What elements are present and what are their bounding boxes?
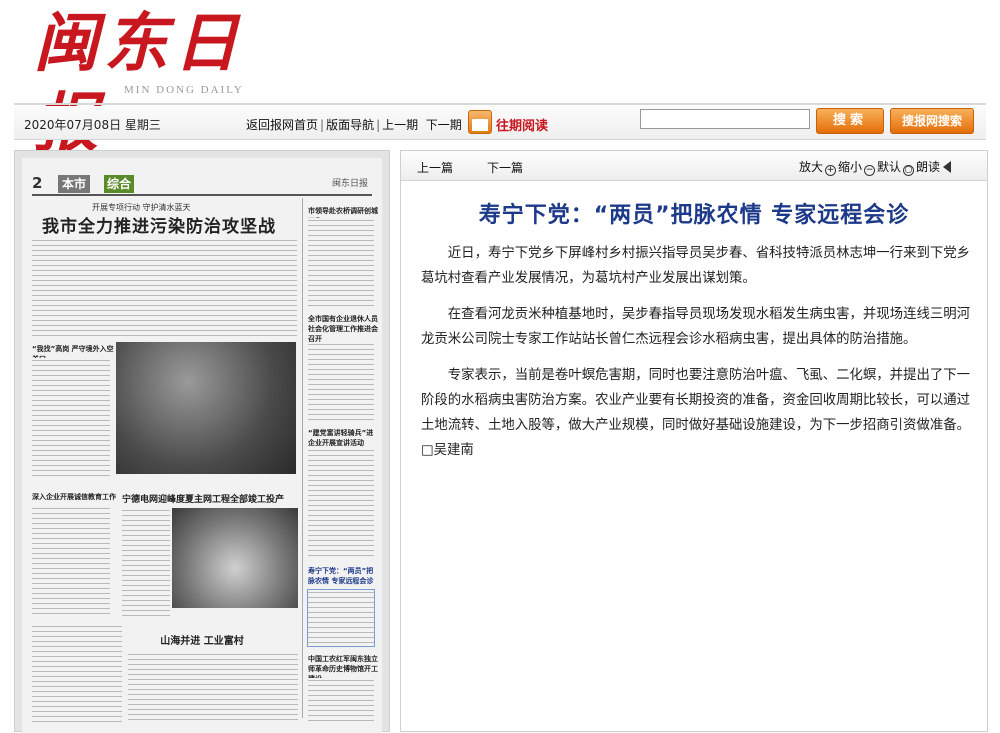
default-size-button[interactable]: 默认 ○ — [877, 160, 915, 176]
search-input[interactable] — [640, 109, 810, 129]
text-block — [128, 652, 298, 724]
news-photo[interactable] — [172, 508, 298, 608]
page-thumbnail-panel: 2 本市 综合 闽东日报 开展专项行动 守护清水蓝天 我市全力推进污染防治攻坚战… — [14, 150, 390, 733]
text-block — [32, 624, 122, 724]
page-section: 本市 — [58, 175, 91, 193]
prev-article-link[interactable]: 上一篇 — [417, 159, 453, 176]
column-rule — [302, 198, 303, 718]
page-headline[interactable]: 我市全力推进污染防治攻坚战 — [42, 212, 276, 237]
top-navbar: 2020年07月08日 星期三 返回报网首页 | 版面导航 | 上一期 下一期 往期阅读… — [14, 106, 986, 140]
site-search-button[interactable]: 搜报网搜索 — [890, 108, 974, 134]
article-paragraph: 专家表示，当前是卷叶螟危害期，同时也要注意防治叶瘟、飞虱、二化螟，并提出了下一阶… — [421, 368, 971, 458]
article-toolbar: 上一篇 下一篇 放大 + 缩小 − 默认 ○ 朗读 — [401, 151, 987, 181]
next-issue-link[interactable]: 下一期 — [426, 118, 462, 132]
page-header: 2 本市 综合 闽东日报 — [32, 174, 372, 196]
page-section-tag: 综合 — [104, 175, 135, 193]
text-block — [308, 678, 374, 723]
sub-story-title[interactable]: 深入企业开展诚信教育工作 — [32, 492, 116, 502]
page-nav-link[interactable]: 版面导航 — [326, 118, 374, 132]
calendar-icon[interactable] — [468, 110, 492, 134]
nav-links: 返回报网首页 | 版面导航 | 上一期 下一期 — [246, 118, 462, 132]
text-block — [308, 448, 374, 558]
next-article-link[interactable]: 下一篇 — [487, 159, 523, 176]
text-block — [308, 218, 374, 308]
text-block — [122, 508, 170, 616]
speaker-icon — [943, 161, 952, 173]
text-block — [32, 238, 297, 338]
logo-english: MIN DONG DAILY — [124, 84, 244, 96]
text-block — [308, 342, 374, 422]
newspaper-logo[interactable]: 闽东日报 MIN DONG DAILY — [28, 4, 288, 161]
page-image[interactable]: 2 本市 综合 闽东日报 开展专项行动 守护清水蓝天 我市全力推进污染防治攻坚战… — [22, 158, 382, 733]
issue-date: 2020年07月08日 星期三 — [24, 118, 161, 132]
side-story-title[interactable]: “建党富讲轻骑兵”进企业开展宣讲活动 — [308, 428, 378, 448]
article-paragraph: 近日，寿宁下党乡下屏峰村乡村振兴指导员吴步春、省科技特派员林志坤一行来到下党乡葛… — [421, 246, 971, 286]
text-block — [32, 358, 110, 478]
sub-story-title[interactable]: 山海并进 工业富村 — [132, 632, 272, 647]
search-button[interactable]: 搜索 — [816, 108, 884, 134]
article-paragraph: 在查看河龙贡米种植基地时，吴步春指导员现场发现水稻发生病虫害，并现场连线三明河龙… — [421, 307, 971, 347]
current-article-region[interactable] — [307, 589, 375, 647]
divider — [14, 103, 986, 105]
plus-icon: + — [825, 165, 837, 176]
home-link[interactable]: 返回报网首页 — [246, 118, 318, 132]
page-number: 2 — [32, 174, 43, 192]
sub-story-title[interactable]: 宁德电网迎峰度夏主网工程全部竣工投产 — [122, 492, 298, 505]
text-block — [32, 506, 110, 616]
minus-icon: − — [864, 165, 876, 176]
read-aloud-button[interactable]: 朗读 — [916, 160, 952, 174]
article-panel: 上一篇 下一篇 放大 + 缩小 − 默认 ○ 朗读 寿宁下党：“两员”把脉农情 专家远程会诊… — [400, 150, 988, 732]
news-photo[interactable] — [116, 342, 296, 474]
zoom-out-button[interactable]: 缩小 − — [838, 160, 876, 176]
article-body: 近日，寿宁下党乡下屏峰村乡村振兴指导员吴步春、省科技特派员林志坤一行来到下党乡葛… — [421, 241, 973, 474]
archive-link[interactable]: 往期阅读 — [496, 115, 548, 134]
side-story-title[interactable]: 全市国有企业退休人员社会化管理工作推进会召开 — [308, 314, 378, 344]
masthead: 闽东日报 MIN DONG DAILY — [0, 0, 1000, 161]
side-story-title-current[interactable]: 寿宁下党：“两员”把脉农情 专家远程会诊 — [308, 566, 378, 586]
page-masthead: 闽东日报 — [331, 179, 368, 189]
reset-icon: ○ — [903, 165, 915, 176]
reading-tools: 放大 + 缩小 − 默认 ○ 朗读 — [799, 158, 953, 176]
article-title: 寿宁下党：“两员”把脉农情 专家远程会诊 — [478, 203, 910, 228]
prev-issue-link[interactable]: 上一期 — [382, 118, 418, 132]
zoom-in-button[interactable]: 放大 + — [799, 160, 837, 176]
